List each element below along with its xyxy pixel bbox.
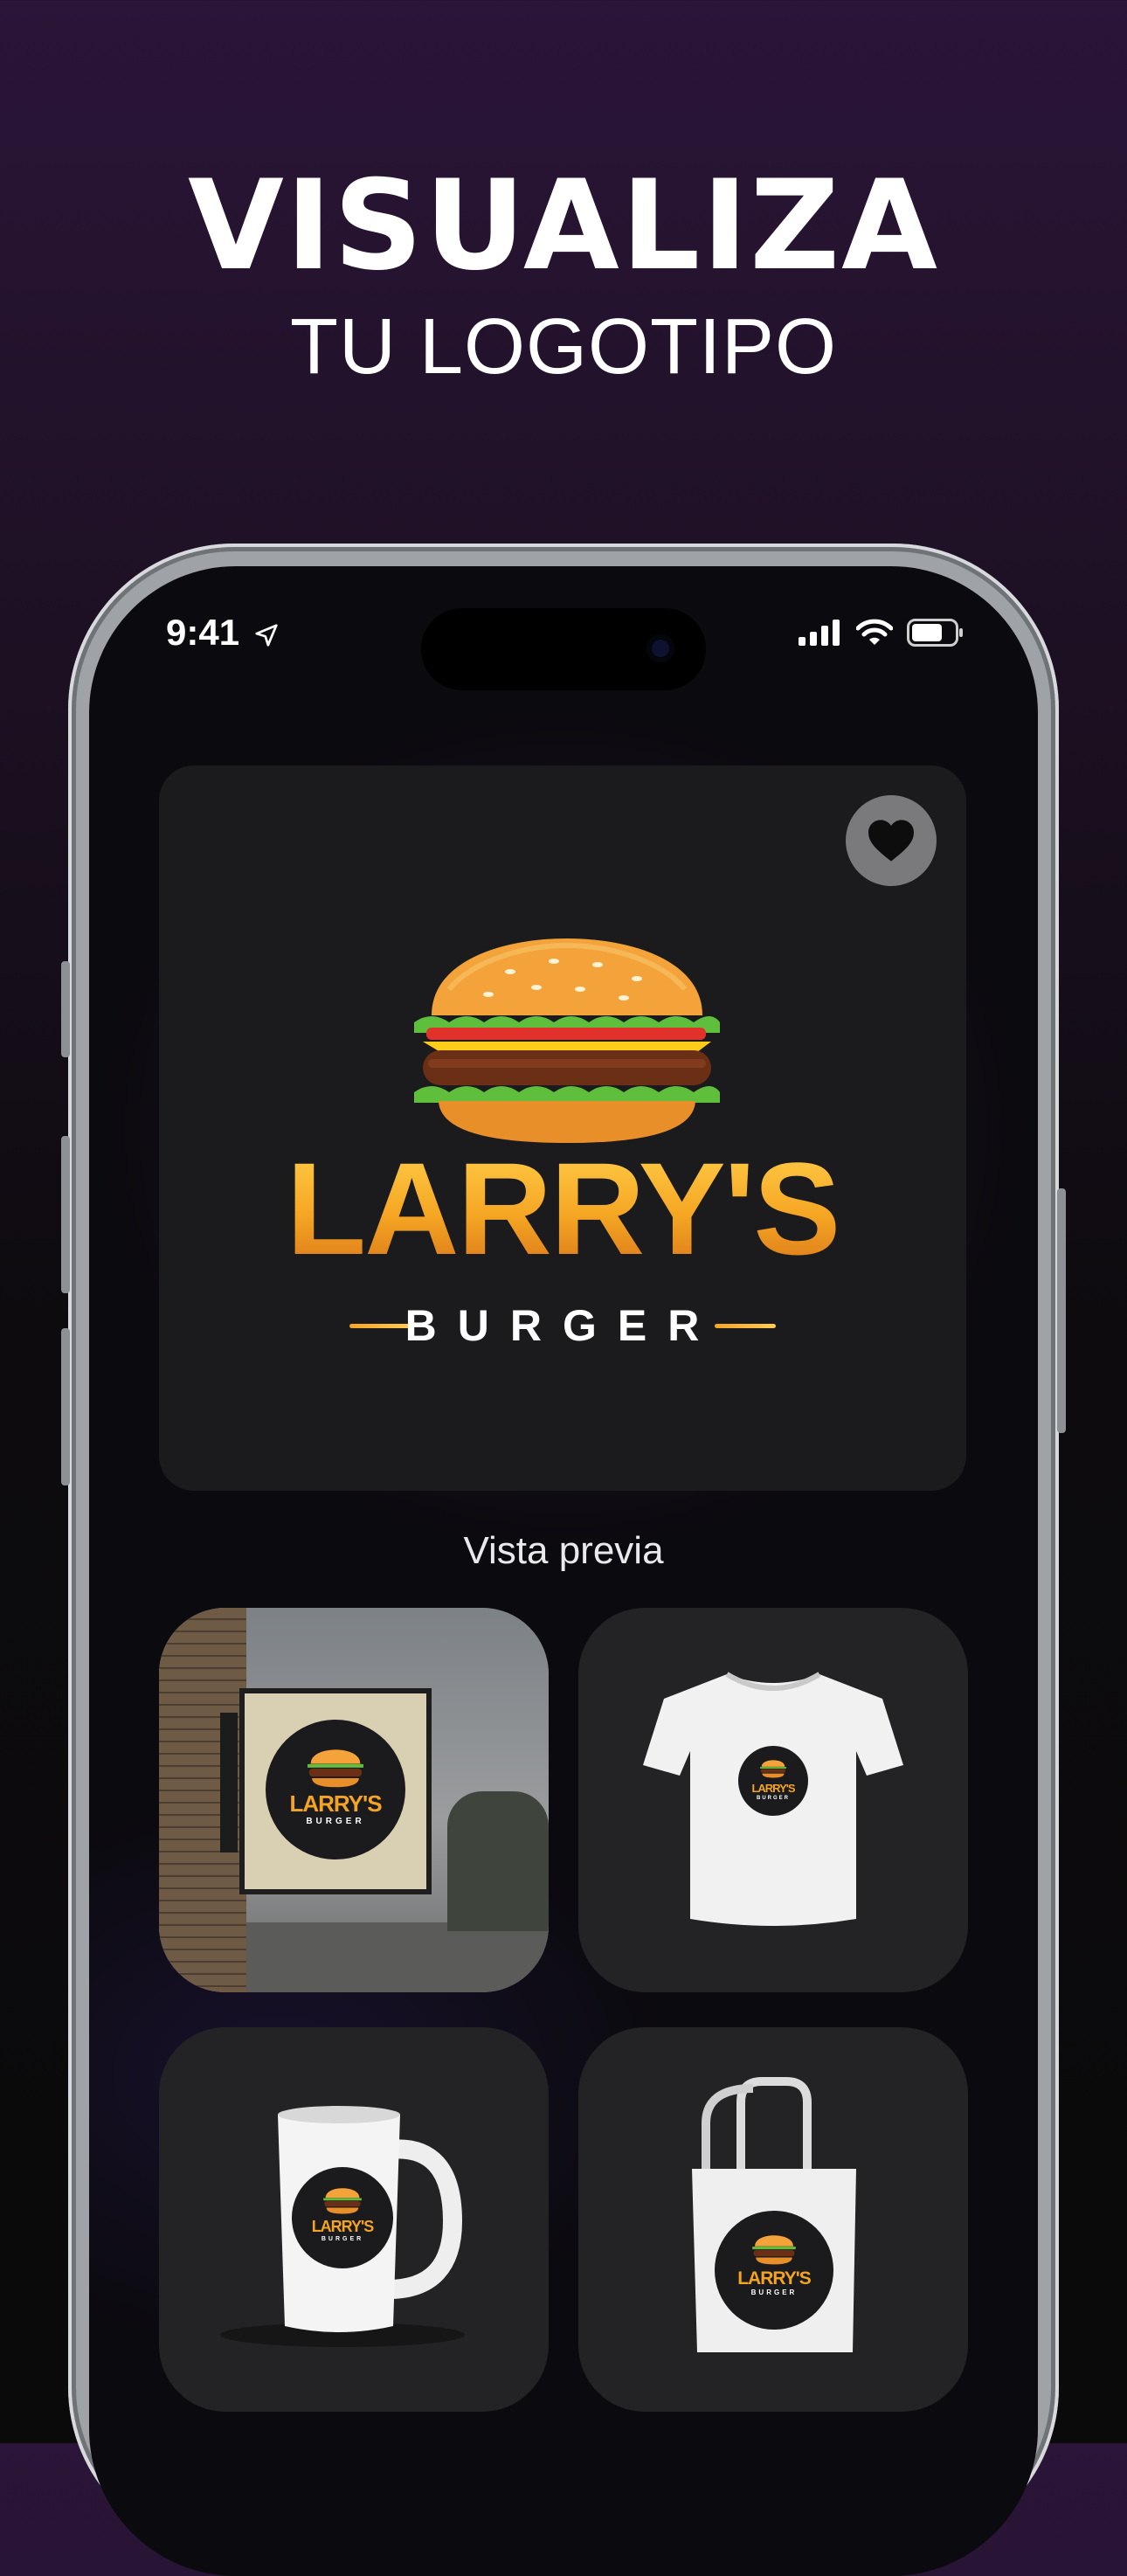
status-indicators [799,619,965,647]
location-arrow-icon [255,624,278,647]
logo-brand-tagline: BURGER [404,1301,721,1350]
tote-logo-name: LARRY'S [737,2268,812,2289]
mini-burger-icon [760,1760,786,1778]
signal-icon [799,620,840,646]
mug-logo-name: LARRY'S [311,2218,375,2235]
sidewalk [246,1922,549,1992]
camera-icon [646,634,674,662]
mug-logo: LARRY'S BURGER [292,2167,393,2268]
preview-label: Vista previa [463,1529,664,1572]
heart-icon [868,820,914,862]
mini-burger-icon [323,2188,362,2214]
volume-down-button [61,1328,70,1485]
volume-up-button [61,1136,70,1293]
status-time: 9:41 [166,612,280,654]
status-time-text: 9:41 [166,612,240,653]
sign-logo-sub: BURGER [306,1817,365,1826]
action-button [61,961,70,1057]
phone-screen: 9:41 LARRY'S BURGER Vista previa LARRY'S… [89,566,1038,2576]
preview-tile-tshirt[interactable]: LARRY'S BURGER [578,1608,968,1992]
dynamic-island [421,608,706,690]
tshirt-logo-name: LARRY'S [751,1782,795,1795]
mini-burger-icon [308,1749,363,1788]
preview-tile-sign[interactable]: LARRY'S BURGER [159,1608,549,1992]
favorite-button[interactable] [846,795,937,886]
mini-burger-icon [752,2235,796,2265]
logo-brand-name: LARRY'S [159,1143,966,1274]
mug-logo-sub: BURGER [321,2236,364,2242]
logo-divider-right [715,1324,776,1328]
power-button [1057,1188,1066,1433]
tote-logo-sub: BURGER [750,2289,798,2296]
logo-card: LARRY'S BURGER [159,765,966,1491]
trees [447,1791,549,1931]
battery-icon [907,619,963,647]
burger-illustration [414,938,720,1143]
sign-logo-name: LARRY'S [289,1790,382,1817]
headline-title: VISUALIZA [187,154,939,298]
preview-tile-mug[interactable]: LARRY'S BURGER [159,2027,549,2412]
headline-subtitle: TU LOGOTIPO [289,303,838,391]
sign-bracket [220,1713,238,1852]
preview-tile-tote[interactable]: LARRY'S BURGER [578,2027,968,2412]
wifi-icon [856,619,893,645]
tshirt-logo-sub: BURGER [756,1796,790,1801]
tote-logo: LARRY'S BURGER [715,2211,833,2330]
sign-logo: LARRY'S BURGER [266,1720,405,1859]
tshirt-logo: LARRY'S BURGER [738,1746,808,1816]
